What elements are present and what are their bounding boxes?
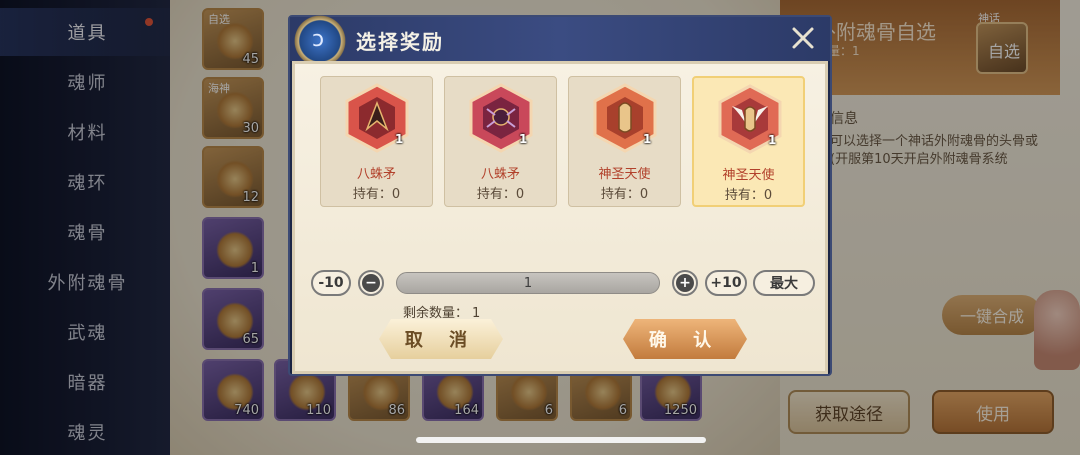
remaining-label: 剩余数量： [403, 306, 469, 321]
max-button[interactable]: 最大 [753, 270, 815, 296]
minus-button[interactable]: − [358, 270, 384, 296]
reward-card-selected[interactable]: 1 神圣天使 持有：0 [692, 76, 805, 207]
reward-owned: 持有：0 [476, 187, 525, 202]
plus-button[interactable]: + [672, 270, 698, 296]
plus-ten-button[interactable]: +10 [705, 270, 747, 296]
plus-icon: + [676, 274, 694, 292]
quantity-value: 1 [523, 275, 533, 291]
reward-quantity: 1 [643, 132, 652, 146]
quantity-slider[interactable]: 1 [396, 272, 660, 294]
confirm-button[interactable]: 确 认 [623, 319, 747, 359]
reward-name: 八蛛矛 [356, 167, 396, 182]
dialog-body: 1 八蛛矛 持有：0 1 八蛛矛 持有：0 1 神圣天使 持有：0 1 神圣天使… [292, 61, 828, 374]
minus-ten-button[interactable]: -10 [311, 270, 351, 296]
home-indicator[interactable] [416, 437, 706, 443]
reward-card[interactable]: 1 八蛛矛 持有：0 [444, 76, 557, 207]
reward-name: 八蛛矛 [480, 167, 520, 182]
cancel-button[interactable]: 取 消 [379, 319, 503, 359]
reward-card[interactable]: 1 神圣天使 持有：0 [568, 76, 681, 207]
quantity-controls: -10 − 1 + +10 最大 [295, 270, 831, 300]
select-reward-dialog: ↄ 选择奖励 1 八蛛矛 持有：0 1 八蛛矛 持有：0 1 神圣天使 持有：0… [288, 15, 832, 376]
reward-card[interactable]: 1 八蛛矛 持有：0 [320, 76, 433, 207]
reward-owned: 持有：0 [352, 187, 401, 202]
reward-quantity: 1 [768, 133, 777, 147]
dialog-title: 选择奖励 [356, 30, 444, 54]
reward-quantity: 1 [519, 132, 528, 146]
reward-name: 神圣天使 [722, 168, 775, 183]
emblem-icon: ↄ [294, 15, 346, 67]
reward-name: 神圣天使 [598, 167, 651, 182]
dialog-title-bar: ↄ 选择奖励 [290, 15, 830, 67]
minus-icon: − [362, 274, 380, 292]
reward-quantity: 1 [395, 132, 404, 146]
reward-owned: 持有：0 [724, 188, 773, 203]
close-icon[interactable] [788, 23, 818, 53]
reward-owned: 持有：0 [600, 187, 649, 202]
remaining-value: 1 [472, 306, 481, 321]
remaining-count: 剩余数量： 1 [403, 302, 480, 321]
